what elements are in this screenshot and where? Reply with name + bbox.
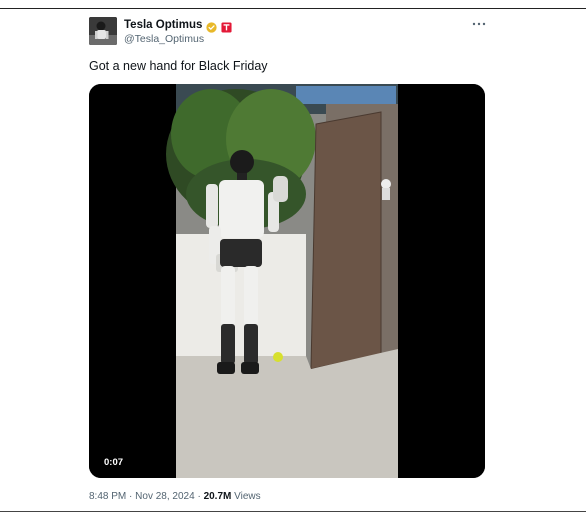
cropped-header-strip [0,0,586,8]
post-date[interactable]: Nov 28, 2024 [135,491,195,502]
meta-separator: · [197,491,201,502]
author-name[interactable]: Tesla Optimus [124,19,202,31]
avatar[interactable] [89,17,117,45]
post-metadata: 8:48 PM · Nov 28, 2024 · 20.7M Views [89,491,261,502]
video-player[interactable] [89,84,485,478]
meta-separator: · [129,491,133,502]
verified-badge-icon [206,20,218,33]
video-duration: 0:07 [104,457,124,468]
more-options-icon[interactable] [471,16,487,26]
author-row: Tesla Optimus [124,18,232,33]
post-time[interactable]: 8:48 PM [89,491,126,502]
author-handle[interactable]: @Tesla_Optimus [124,33,204,45]
tesla-affiliate-icon[interactable] [221,20,232,33]
views-count: 20.7M [203,491,232,502]
post-text: Got a new hand for Black Friday [89,59,268,73]
top-divider [0,8,586,9]
video-frame [89,84,485,478]
bottom-divider [0,511,586,512]
views-label: Views [234,491,261,502]
